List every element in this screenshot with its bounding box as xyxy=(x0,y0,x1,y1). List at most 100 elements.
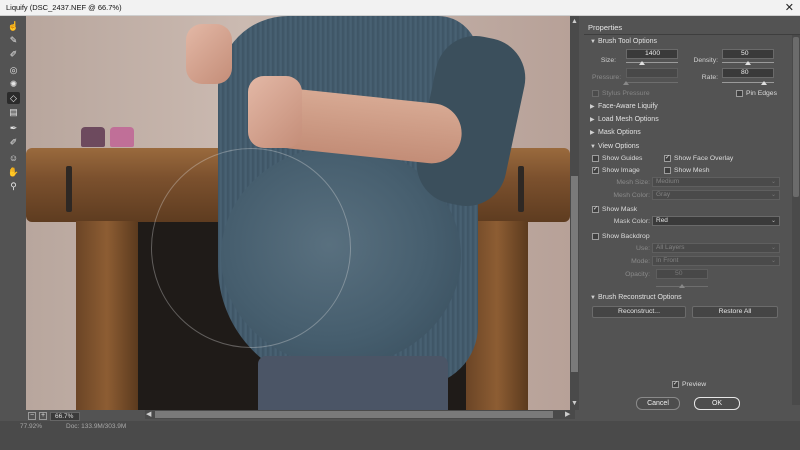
cancel-button[interactable]: Cancel xyxy=(636,397,680,410)
status-bar: 77.92% Doc: 133.9M/303.9M xyxy=(0,421,800,450)
hand-icon[interactable]: ✋ xyxy=(7,166,20,178)
mantel-bracket xyxy=(66,166,72,212)
density-input[interactable]: 50 xyxy=(722,49,774,59)
mask-color-label: Mask Color: xyxy=(613,218,650,225)
pin-edges-label: Pin Edges xyxy=(746,90,777,97)
select-value: In Front xyxy=(656,257,679,264)
size-label: Size: xyxy=(600,57,616,64)
mesh-size-select[interactable]: Medium ⌄ xyxy=(652,177,780,187)
show-face-overlay-checkbox[interactable]: ✓ xyxy=(664,155,671,162)
show-image-checkbox[interactable]: ✓ xyxy=(592,167,599,174)
density-label: Density: xyxy=(693,57,718,64)
forward-warp-icon[interactable]: ☝ xyxy=(7,20,20,32)
size-slider-knob[interactable] xyxy=(638,61,645,65)
twirl-icon[interactable]: ◎ xyxy=(7,64,20,76)
stylus-pressure-label: Stylus Pressure xyxy=(602,90,650,97)
pressure-slider[interactable] xyxy=(626,82,678,83)
canvas-vertical-scrollbar[interactable]: ▲ ▼ xyxy=(570,16,579,410)
chevron-down-icon: ▼ xyxy=(590,39,596,45)
smooth-icon[interactable]: ✐ xyxy=(7,48,20,60)
use-label: Use: xyxy=(636,245,650,252)
opacity-input[interactable]: 50 xyxy=(656,269,708,279)
section-label: Mask Options xyxy=(598,129,641,136)
section-view-options[interactable]: ▼ View Options xyxy=(590,143,639,150)
freeze-mask-icon[interactable]: ✒ xyxy=(7,122,20,134)
mantel-bracket xyxy=(518,166,524,212)
section-face-aware-liquify[interactable]: ▶ Face-Aware Liquify xyxy=(590,103,658,110)
panel-scrollbar[interactable] xyxy=(792,35,800,405)
preview-canvas[interactable] xyxy=(26,16,570,410)
face-tool-icon[interactable]: ☺ xyxy=(7,152,20,164)
divider xyxy=(584,34,800,35)
zoom-control: − + 66.7% xyxy=(28,411,80,421)
photo-jeans xyxy=(258,356,448,410)
zoom-in-button[interactable]: + xyxy=(39,412,47,420)
scroll-thumb[interactable] xyxy=(155,411,553,418)
preview-checkbox[interactable]: ✓ xyxy=(672,381,679,388)
status-zoom: 77.92% xyxy=(20,423,43,430)
opacity-label: Opacity: xyxy=(625,271,650,278)
show-mesh-checkbox[interactable] xyxy=(664,167,671,174)
mode-select[interactable]: In Front ⌄ xyxy=(652,256,780,266)
section-brush-tool-options[interactable]: ▼ Brush Tool Options xyxy=(590,38,657,45)
select-value: Gray xyxy=(656,191,671,198)
title-bar: Liquify (DSC_2437.NEF @ 66.7%) ✕ xyxy=(0,0,800,16)
restore-all-button[interactable]: Restore All xyxy=(692,306,778,318)
section-label: Face-Aware Liquify xyxy=(598,103,658,110)
show-backdrop-label: Show Backdrop xyxy=(602,233,650,240)
rate-label: Rate: xyxy=(701,74,718,81)
mode-label: Mode: xyxy=(631,258,650,265)
stylus-pressure-checkbox[interactable] xyxy=(592,90,599,97)
show-backdrop-checkbox[interactable] xyxy=(592,233,599,240)
zoom-level-select[interactable]: 66.7% xyxy=(50,411,80,421)
bloat-icon[interactable]: ◇ xyxy=(7,92,20,104)
thaw-mask-icon[interactable]: ✐ xyxy=(7,136,20,148)
reconstruct-button[interactable]: Reconstruct... xyxy=(592,306,686,318)
scroll-up-icon[interactable]: ▲ xyxy=(571,18,578,25)
scroll-left-icon[interactable]: ◀ xyxy=(146,410,151,418)
density-slider-knob[interactable] xyxy=(745,61,751,65)
photo-thumbs-up-hand xyxy=(248,76,302,148)
section-label: Brush Tool Options xyxy=(598,38,658,45)
scroll-thumb[interactable] xyxy=(571,176,578,372)
opacity-slider-knob[interactable] xyxy=(679,284,685,288)
size-input[interactable]: 1400 xyxy=(626,49,678,59)
use-select[interactable]: All Layers ⌄ xyxy=(652,243,780,253)
section-load-mesh-options[interactable]: ▶ Load Mesh Options xyxy=(590,116,659,123)
pin-edges-checkbox[interactable] xyxy=(736,90,743,97)
pucker-icon[interactable]: ✺ xyxy=(7,78,20,90)
chevron-right-icon: ▶ xyxy=(590,130,595,136)
chevron-down-icon: ▼ xyxy=(590,144,596,150)
zoom-icon[interactable]: ⚲ xyxy=(7,180,20,192)
close-icon[interactable]: ✕ xyxy=(785,1,794,14)
photo-pillar xyxy=(76,221,138,410)
section-brush-reconstruct-options[interactable]: ▼ Brush Reconstruct Options xyxy=(590,294,682,301)
status-doc: Doc: 133.9M/303.9M xyxy=(66,423,127,430)
rate-slider-knob[interactable] xyxy=(760,81,767,85)
section-mask-options[interactable]: ▶ Mask Options xyxy=(590,129,641,136)
pressure-slider-knob[interactable] xyxy=(623,81,629,85)
select-value: Red xyxy=(656,217,668,224)
size-slider[interactable] xyxy=(626,62,678,63)
reconstruct-icon[interactable]: ✎ xyxy=(7,34,20,46)
chevron-down-icon: ⌄ xyxy=(770,192,776,198)
scroll-down-icon[interactable]: ▼ xyxy=(571,400,578,407)
rate-input[interactable]: 80 xyxy=(722,68,774,78)
chevron-down-icon: ⌄ xyxy=(770,179,776,185)
show-guides-checkbox[interactable] xyxy=(592,155,599,162)
mesh-color-select[interactable]: Gray ⌄ xyxy=(652,190,780,200)
mask-color-select[interactable]: Red ⌄ xyxy=(652,216,780,226)
chevron-down-icon: ▼ xyxy=(590,295,596,301)
canvas-horizontal-scrollbar[interactable]: ◀ ▶ xyxy=(145,410,575,419)
scroll-thumb[interactable] xyxy=(793,37,799,197)
ok-button[interactable]: OK xyxy=(694,397,740,410)
mesh-size-label: Mesh Size: xyxy=(616,179,650,186)
properties-panel: Properties ▼ Brush Tool Options Size: 140… xyxy=(584,16,800,421)
push-left-icon[interactable]: ▤ xyxy=(7,106,20,118)
scroll-right-icon[interactable]: ▶ xyxy=(565,410,570,418)
show-mask-checkbox[interactable]: ✓ xyxy=(592,206,599,213)
show-mask-label: Show Mask xyxy=(602,206,638,213)
zoom-out-button[interactable]: − xyxy=(28,412,36,420)
chevron-right-icon: ▶ xyxy=(590,104,595,110)
pressure-input[interactable] xyxy=(626,68,678,78)
